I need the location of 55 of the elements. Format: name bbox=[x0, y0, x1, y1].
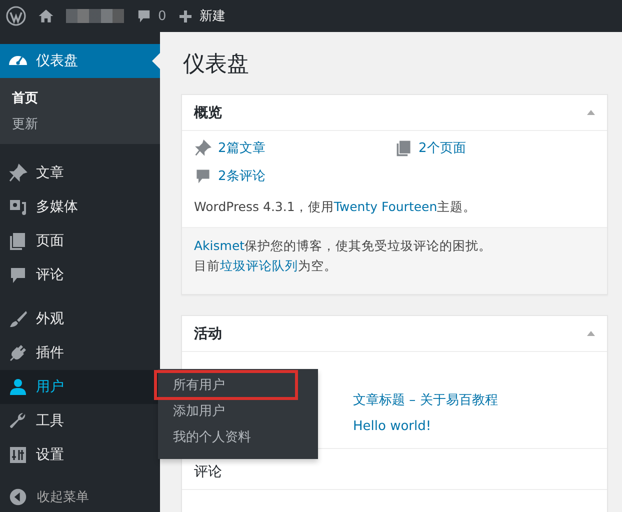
text-link[interactable]: 垃圾评论队列 bbox=[220, 258, 298, 273]
akismet-text: 目前垃圾评论队列为空。 bbox=[194, 257, 338, 275]
post-link[interactable]: Hello world! bbox=[353, 418, 595, 436]
pushpin-icon bbox=[8, 163, 28, 183]
collapse-menu-button[interactable]: 收起菜单 bbox=[0, 482, 160, 512]
pages-icon bbox=[394, 139, 412, 157]
submenu-item[interactable]: 首页 bbox=[0, 86, 160, 112]
wordpress-logo-icon bbox=[6, 6, 26, 26]
sliders-icon bbox=[8, 445, 28, 465]
stat-label: 2个页面 bbox=[418, 140, 466, 157]
stat-label: 2篇文章 bbox=[218, 140, 266, 157]
plug-icon bbox=[8, 343, 28, 363]
new-label: 新建 bbox=[199, 8, 226, 25]
comments-link[interactable]: 0 bbox=[136, 8, 166, 24]
speech-bubble-icon bbox=[8, 265, 28, 285]
menu-item[interactable]: 多媒体 bbox=[0, 190, 160, 224]
comment-count: 0 bbox=[158, 8, 166, 24]
post-link[interactable]: 文章标题 – 关于易百教程 bbox=[353, 392, 595, 410]
blurred-site-name[interactable] bbox=[66, 9, 124, 23]
widget-title: 活动 bbox=[194, 324, 222, 342]
wrench-icon bbox=[8, 411, 28, 431]
plus-icon bbox=[178, 8, 194, 24]
flyout-item[interactable]: 所有用户 bbox=[158, 373, 318, 399]
menu-item[interactable]: 评论 bbox=[0, 258, 160, 292]
text-link[interactable]: Twenty Fourteen bbox=[334, 199, 438, 214]
speech-bubble-icon bbox=[194, 167, 212, 185]
speech-bubble-icon bbox=[136, 8, 152, 24]
stat-link[interactable]: 2篇文章 bbox=[194, 139, 394, 157]
stat-link[interactable]: 2条评论 bbox=[194, 167, 394, 185]
new-menu[interactable]: 新建 bbox=[178, 7, 226, 25]
comments-heading: 评论 bbox=[182, 455, 607, 490]
submenu-item[interactable]: 更新 bbox=[0, 112, 160, 138]
menu-item[interactable]: 用户 bbox=[0, 370, 160, 404]
menu-item[interactable]: 工具 bbox=[0, 404, 160, 438]
user-icon bbox=[8, 377, 28, 397]
flyout-item[interactable]: 添加用户 bbox=[158, 399, 318, 425]
paintbrush-icon bbox=[8, 309, 28, 329]
flyout-item[interactable]: 我的个人资料 bbox=[158, 425, 318, 451]
stat-link[interactable]: 2个页面 bbox=[394, 139, 595, 157]
stat-label: 2条评论 bbox=[218, 168, 266, 185]
menu-item[interactable]: 设置 bbox=[0, 438, 160, 472]
menu-item[interactable]: 页面 bbox=[0, 224, 160, 258]
media-icon bbox=[8, 197, 28, 217]
menu-item[interactable]: 仪表盘 bbox=[0, 44, 160, 78]
menu-item[interactable]: 外观 bbox=[0, 302, 160, 336]
pushpin-icon bbox=[194, 139, 212, 157]
menu-item[interactable]: 插件 bbox=[0, 336, 160, 370]
home-icon bbox=[38, 8, 54, 24]
menu-item[interactable]: 文章 bbox=[0, 156, 160, 190]
page-title: 仪表盘 bbox=[183, 51, 250, 79]
widget-title: 概览 bbox=[194, 104, 222, 122]
akismet-text: Akismet保护您的博客，使其免受垃圾评论的困扰。 bbox=[194, 237, 493, 255]
pages-icon bbox=[8, 231, 28, 251]
text-link[interactable]: Akismet bbox=[194, 238, 245, 253]
version-text: WordPress 4.3.1，使用Twenty Fourteen主题。 bbox=[194, 198, 478, 216]
